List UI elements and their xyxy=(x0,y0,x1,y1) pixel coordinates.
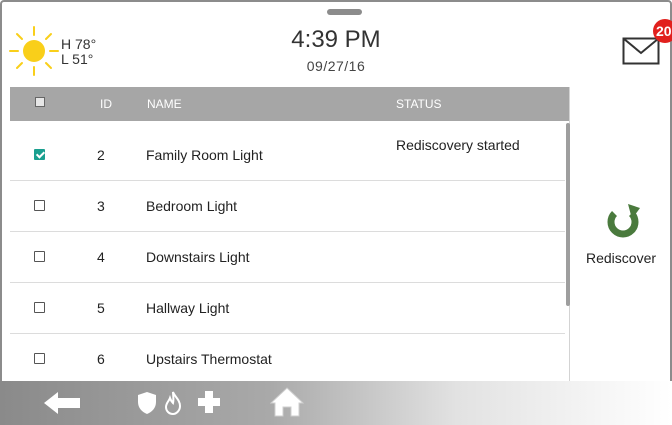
envelope-icon[interactable] xyxy=(622,37,660,65)
device-name: Bedroom Light xyxy=(146,198,238,214)
table-row[interactable]: 5 Hallway Light xyxy=(10,283,565,334)
device-name: Downstairs Light xyxy=(146,249,250,265)
medical-cross-icon[interactable] xyxy=(198,391,220,413)
table-row[interactable]: 3 Bedroom Light xyxy=(10,181,565,232)
bottom-nav-bar xyxy=(0,381,672,425)
refresh-icon xyxy=(607,204,640,238)
clock-date: 09/27/16 xyxy=(306,58,366,74)
column-header-status: STATUS xyxy=(396,97,442,111)
device-id: 6 xyxy=(97,351,105,367)
table-scrollbar[interactable] xyxy=(566,123,570,306)
device-id: 5 xyxy=(97,300,105,316)
table-header: ID NAME STATUS xyxy=(10,87,569,121)
clock-time: 4:39 PM xyxy=(291,26,381,53)
message-count-badge: 20 xyxy=(653,19,672,43)
pull-down-handle[interactable] xyxy=(327,9,362,15)
device-id: 4 xyxy=(97,249,105,265)
table-row[interactable]: 2 Family Room Light Rediscovery started xyxy=(10,130,565,181)
row-checkbox[interactable] xyxy=(34,251,45,262)
table-row[interactable]: 4 Downstairs Light xyxy=(10,232,565,283)
fire-icon[interactable] xyxy=(163,391,183,415)
device-id: 3 xyxy=(97,198,105,214)
device-id: 2 xyxy=(97,147,105,163)
column-header-name: NAME xyxy=(147,97,182,111)
device-name: Hallway Light xyxy=(146,300,230,316)
row-checkbox[interactable] xyxy=(34,149,45,160)
row-checkbox[interactable] xyxy=(34,353,45,364)
row-checkbox[interactable] xyxy=(34,200,45,211)
device-name: Upstairs Thermostat xyxy=(146,351,272,367)
rediscover-label: Rediscover xyxy=(586,250,657,266)
row-checkbox[interactable] xyxy=(34,302,45,313)
table-row[interactable]: 6 Upstairs Thermostat xyxy=(10,334,565,384)
device-name: Family Room Light xyxy=(146,147,263,163)
column-header-id: ID xyxy=(100,97,112,111)
shield-icon[interactable] xyxy=(136,391,158,415)
device-status: Rediscovery started xyxy=(396,137,520,153)
rediscover-button[interactable]: Rediscover xyxy=(586,200,668,280)
home-icon[interactable] xyxy=(270,387,304,417)
select-all-checkbox[interactable] xyxy=(35,97,45,107)
back-arrow-icon[interactable] xyxy=(44,392,80,414)
